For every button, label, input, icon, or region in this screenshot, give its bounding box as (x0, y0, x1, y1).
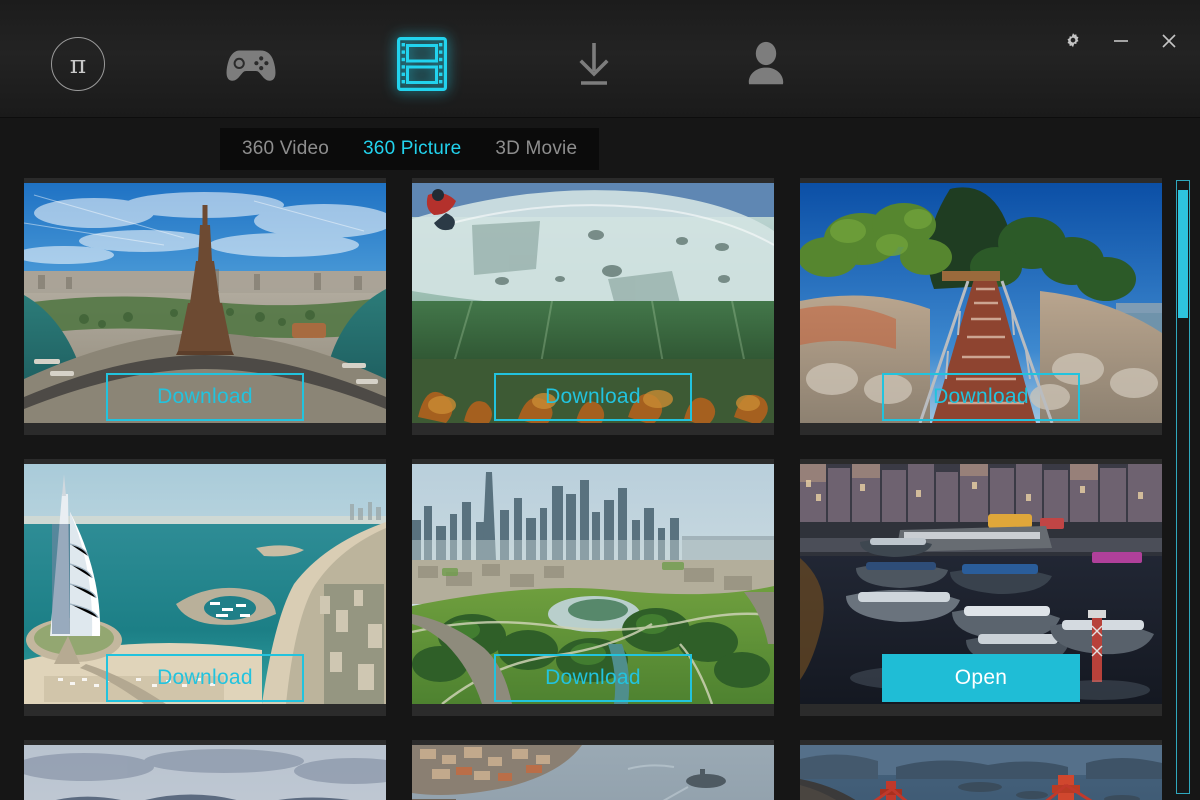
window-controls (1056, 26, 1186, 56)
vertical-scrollbar[interactable] (1176, 180, 1190, 794)
title-bar: π (0, 0, 1200, 118)
settings-button[interactable] (1056, 26, 1090, 56)
download-arrow-icon (579, 43, 609, 85)
media-card[interactable]: Download (800, 178, 1162, 435)
tab-3d-movie[interactable]: 3D Movie (495, 138, 577, 160)
media-card[interactable] (800, 740, 1162, 800)
pi-logo-icon: π (51, 37, 105, 91)
category-tabs: 360 Video 360 Picture 3D Movie (220, 128, 600, 170)
media-grid: Download Download Download Download Down… (0, 178, 1170, 800)
gear-icon (1067, 33, 1079, 48)
media-card[interactable] (412, 740, 774, 800)
media-card[interactable]: Download (24, 459, 386, 716)
scrollbar-thumb[interactable] (1178, 190, 1188, 318)
nav-item-games[interactable] (214, 28, 286, 100)
media-grid-viewport: Download Download Download Download Down… (0, 178, 1170, 800)
download-button[interactable]: Download (106, 654, 304, 702)
thumbnail-hong-kong-harbour-skyline (24, 745, 386, 800)
thumbnail-river-island-aerial (412, 745, 774, 800)
media-card[interactable]: Download (412, 459, 774, 716)
tab-360-video[interactable]: 360 Video (242, 138, 329, 160)
minimize-icon (1114, 40, 1128, 42)
media-card[interactable]: Download (412, 178, 774, 435)
download-button[interactable]: Download (106, 373, 304, 421)
nav-item-logo[interactable]: π (42, 28, 114, 100)
download-button[interactable]: Download (494, 373, 692, 421)
film-strip-icon (397, 37, 447, 91)
download-button[interactable]: Download (882, 373, 1080, 421)
close-button[interactable] (1152, 26, 1186, 56)
tab-360-picture[interactable]: 360 Picture (363, 138, 461, 160)
user-person-icon (748, 41, 784, 85)
nav-item-media[interactable] (386, 28, 458, 100)
nav-item-account[interactable] (730, 28, 802, 100)
nav-item-download[interactable] (558, 28, 630, 100)
gamepad-icon (226, 50, 276, 81)
application-window: π 360 Video 360 Picture 3D Movie Downloa… (0, 0, 1200, 800)
media-card[interactable] (24, 740, 386, 800)
open-button[interactable]: Open (882, 654, 1080, 702)
media-card[interactable]: Download (24, 178, 386, 435)
close-icon (1162, 34, 1176, 48)
download-button[interactable]: Download (494, 654, 692, 702)
main-navigation: π (0, 0, 1000, 118)
minimize-button[interactable] (1104, 26, 1138, 56)
pi-logo-label: π (69, 49, 87, 79)
media-card[interactable]: Open (800, 459, 1162, 716)
thumbnail-golden-gate-bridge (800, 745, 1162, 800)
